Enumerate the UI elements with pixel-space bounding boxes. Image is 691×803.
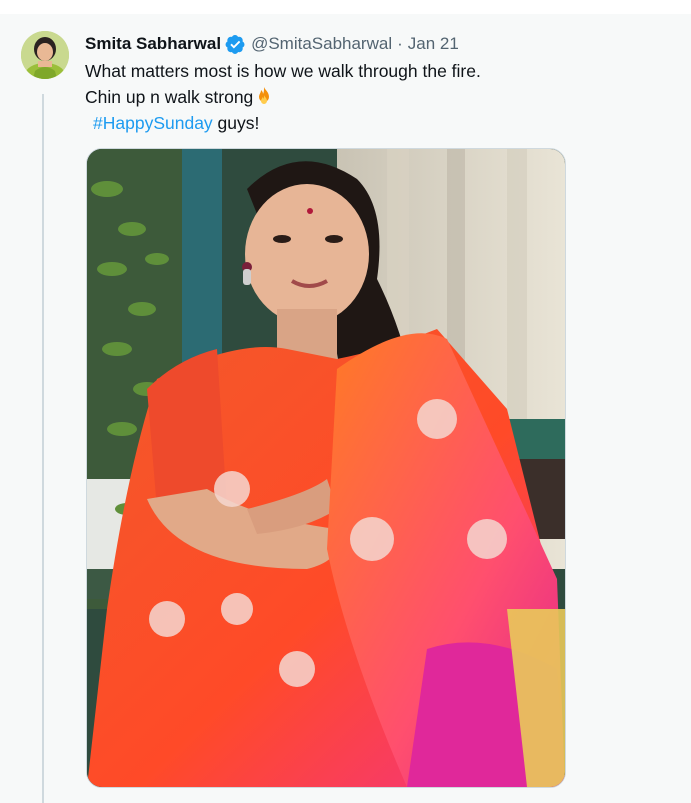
tweet-text-line-2: Chin up n walk strong (85, 84, 645, 110)
author-handle[interactable]: @SmitaSabharwal (251, 33, 392, 55)
tweet-text-line-3: #HappySunday guys! (85, 110, 645, 136)
fire-emoji-icon (259, 87, 270, 104)
thread-connector-line (42, 94, 44, 803)
tweet-photo[interactable] (86, 148, 566, 788)
tweet-header: Smita Sabharwal @SmitaSabharwal · Jan 21 (85, 32, 459, 56)
tweet-date[interactable]: Jan 21 (408, 33, 459, 55)
photo-woman-in-saree (87, 149, 565, 787)
avatar[interactable] (21, 31, 69, 79)
tweet-text-line-1: What matters most is how we walk through… (85, 61, 481, 81)
author-name[interactable]: Smita Sabharwal (85, 33, 221, 55)
avatar-image (21, 31, 69, 79)
tweet-text: What matters most is how we walk through… (85, 58, 645, 136)
tweet-text-line-3-text: guys! (212, 113, 260, 133)
tweet-text-line-2-text: Chin up n walk strong (85, 87, 254, 107)
top-strip (0, 0, 691, 14)
header-separator: · (397, 34, 403, 53)
hashtag-link[interactable]: #HappySunday (93, 113, 213, 133)
tweet[interactable]: Smita Sabharwal @SmitaSabharwal · Jan 21… (0, 14, 691, 803)
verified-badge-icon (225, 34, 245, 54)
